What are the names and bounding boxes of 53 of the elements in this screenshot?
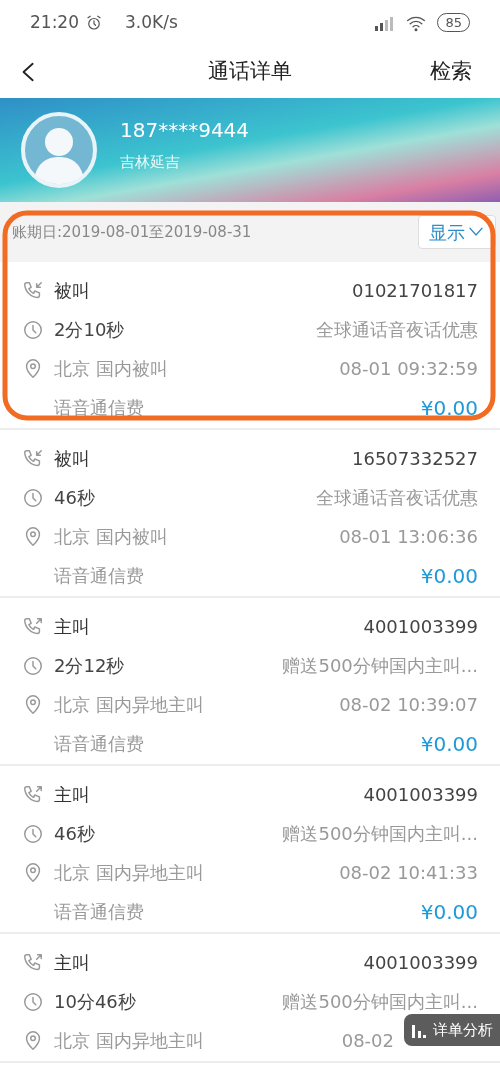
call-duration: 2分12秒 — [54, 654, 125, 678]
clock-icon — [22, 486, 44, 509]
call-location: 北京 国内异地主叫 — [54, 693, 204, 717]
clock-icon — [22, 318, 44, 341]
fee-label: 语音通信费 — [54, 732, 144, 756]
call-type: 主叫 — [54, 615, 90, 639]
avatar-icon — [20, 111, 98, 189]
call-location: 北京 国内被叫 — [54, 525, 168, 549]
clock-icon — [22, 990, 44, 1013]
call-type: 主叫 — [54, 951, 90, 975]
clock-icon — [22, 822, 44, 845]
call-number: 4001003399 — [363, 615, 478, 639]
call-number: 4001003399 — [363, 951, 478, 975]
call-type: 被叫 — [54, 447, 90, 471]
clock-icon — [22, 654, 44, 677]
detail-analysis-button[interactable]: 详单分析 — [404, 1014, 500, 1046]
phone-number: 187****9444 — [120, 116, 250, 144]
fee-label: 语音通信费 — [54, 564, 144, 588]
call-duration: 46秒 — [54, 822, 95, 846]
page-title: 通话详单 — [208, 57, 292, 85]
plan-name: 赠送500分钟国内主叫... — [282, 654, 478, 678]
call-time: 08-01 09:32:59 — [339, 357, 478, 381]
call-number: 16507332527 — [352, 447, 478, 471]
network-speed: 3.0K/s — [125, 10, 178, 34]
plan-name: 赠送500分钟国内主叫... — [282, 822, 478, 846]
call-number: 4001003399 — [363, 783, 478, 807]
call-duration: 46秒 — [54, 486, 95, 510]
call-number: 01021701817 — [352, 279, 478, 303]
call-type: 被叫 — [54, 279, 90, 303]
plan-name: 全球通话音夜话优惠 — [316, 318, 478, 342]
call-duration: 2分10秒 — [54, 318, 125, 342]
fee-amount: ¥0.00 — [420, 394, 478, 422]
call-location: 北京 国内被叫 — [54, 357, 168, 381]
fee-amount: ¥0.00 — [420, 730, 478, 758]
fee-amount: ¥0.00 — [420, 898, 478, 926]
bill-period: 账期日:2019-08-01至2019-08-31 — [12, 221, 253, 243]
fee-amount: ¥0.00 — [420, 562, 478, 590]
call-type: 主叫 — [54, 783, 90, 807]
call-time: 08-02 10:39:07 — [339, 693, 478, 717]
plan-name: 赠送500分钟国内主叫... — [282, 990, 478, 1014]
call-time: 08-02 — [341, 1029, 394, 1053]
region-label: 吉林延吉 — [120, 151, 181, 173]
fee-label: 语音通信费 — [54, 396, 144, 420]
plan-name: 全球通话音夜话优惠 — [316, 486, 478, 510]
search-button[interactable]: 检索 — [430, 55, 472, 88]
fee-label: 语音通信费 — [54, 900, 144, 924]
alarm-icon — [85, 13, 103, 32]
call-duration: 10分46秒 — [54, 990, 136, 1014]
call-time: 08-02 10:41:33 — [339, 861, 478, 885]
call-location: 北京 国内异地主叫 — [54, 861, 204, 885]
call-location: 北京 国内异地主叫 — [54, 1029, 204, 1053]
call-time: 08-01 13:06:36 — [339, 525, 478, 549]
status-time: 21:20 — [30, 10, 79, 34]
